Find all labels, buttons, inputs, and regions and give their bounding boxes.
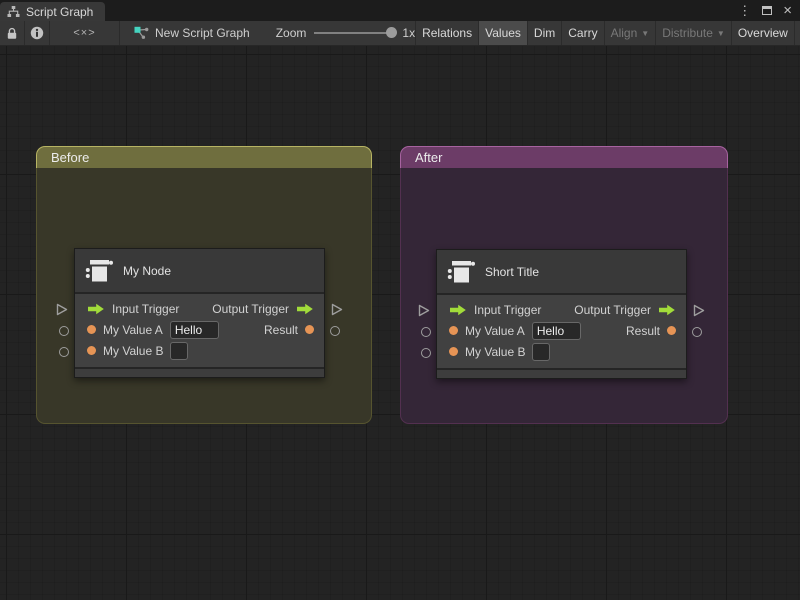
script-graph-window: Script Graph ⋮ × <×>: [0, 0, 800, 600]
graph-name: New Script Graph: [155, 26, 250, 40]
outer-data-input-port[interactable]: [421, 348, 431, 358]
outer-data-input-port[interactable]: [421, 327, 431, 337]
control-output-port[interactable]: [296, 303, 314, 315]
hierarchy-icon: [7, 6, 20, 18]
relations-button[interactable]: Relations: [415, 21, 478, 45]
node-title: Short Title: [485, 265, 539, 279]
data-input-port[interactable]: [449, 347, 458, 356]
node-short-title[interactable]: Short Title Input Trigger Output Trigger: [436, 249, 687, 379]
overview-button[interactable]: Overview: [731, 21, 794, 45]
node-footer: [437, 368, 686, 378]
value-a-field[interactable]: [532, 322, 581, 340]
outer-control-input-port[interactable]: [56, 303, 68, 316]
zoom-slider-handle[interactable]: [386, 27, 397, 38]
close-icon[interactable]: ×: [783, 3, 792, 18]
dim-button[interactable]: Dim: [527, 21, 561, 45]
chevron-down-icon: ▼: [641, 29, 649, 38]
values-button[interactable]: Values: [478, 21, 527, 45]
outer-data-input-port[interactable]: [59, 347, 69, 357]
node-row: Input Trigger Output Trigger: [437, 299, 686, 320]
node-header[interactable]: Short Title: [437, 250, 686, 295]
info-icon: [30, 26, 44, 40]
node-row: My Value A Result: [75, 319, 324, 340]
tab-strip: Script Graph ⋮ ×: [0, 0, 800, 21]
lock-icon: [6, 27, 18, 40]
value-b-field[interactable]: [170, 342, 188, 360]
node-row: My Value B: [437, 341, 686, 362]
zoom-label: Zoom: [276, 26, 307, 40]
outer-data-output-port[interactable]: [692, 327, 702, 337]
node[interactable]: My Node Input Trigger Output Trigger: [74, 248, 325, 378]
node-body: Input Trigger Output Trigger My Valu: [437, 295, 686, 368]
node-row: My Value A Result: [437, 320, 686, 341]
group-title: Before: [51, 150, 89, 165]
outer-data-input-port[interactable]: [59, 326, 69, 336]
node-title: My Node: [123, 264, 171, 278]
unit-icon: [84, 257, 114, 285]
chevron-down-icon: ▼: [717, 29, 725, 38]
data-input-port[interactable]: [87, 346, 96, 355]
node-my-node[interactable]: My Node Input Trigger Output Trigger: [74, 248, 325, 378]
lock-button[interactable]: [0, 21, 25, 45]
control-output-port[interactable]: [658, 304, 676, 316]
align-dropdown[interactable]: Align ▼: [604, 21, 656, 45]
outer-data-output-port[interactable]: [330, 326, 340, 336]
node-row: Input Trigger Output Trigger: [75, 298, 324, 319]
node-body: Input Trigger Output Trigger My Valu: [75, 294, 324, 367]
toolbar-buttons: Relations Values Dim Carry Align ▼ Distr…: [415, 21, 800, 45]
outer-control-output-port[interactable]: [693, 304, 705, 317]
node-row: My Value B: [75, 340, 324, 361]
zoom-slider[interactable]: [314, 32, 394, 34]
unit-icon: [446, 258, 476, 286]
outer-control-input-port[interactable]: [418, 304, 430, 317]
zoom-value: 1x: [402, 26, 415, 40]
zoom-control: Zoom 1x: [276, 21, 415, 45]
node-footer: [75, 367, 324, 377]
window-controls: ⋮ ×: [738, 3, 800, 21]
outer-control-output-port[interactable]: [331, 303, 343, 316]
tab-title: Script Graph: [26, 5, 93, 19]
control-input-port[interactable]: [87, 303, 105, 315]
distribute-dropdown[interactable]: Distribute ▼: [655, 21, 731, 45]
inspect-button[interactable]: [25, 21, 50, 45]
data-input-port[interactable]: [449, 326, 458, 335]
data-input-port[interactable]: [87, 325, 96, 334]
kebab-menu-icon[interactable]: ⋮: [738, 4, 751, 17]
graph-canvas[interactable]: Before After: [0, 46, 800, 600]
node-header[interactable]: My Node: [75, 249, 324, 294]
fullscreen-button[interactable]: Full Screen: [794, 21, 800, 45]
code-preview-button[interactable]: <×>: [50, 21, 120, 45]
data-output-port[interactable]: [305, 325, 314, 334]
graph-toolbar: <×> New Script Graph Zoom 1x Relations V…: [0, 21, 800, 46]
tab-script-graph[interactable]: Script Graph: [0, 2, 105, 21]
data-output-port[interactable]: [667, 326, 676, 335]
value-a-field[interactable]: [170, 321, 219, 339]
graph-breadcrumb[interactable]: New Script Graph: [126, 21, 258, 45]
group-title: After: [415, 150, 442, 165]
group-header[interactable]: Before: [36, 146, 372, 168]
value-b-field[interactable]: [532, 343, 550, 361]
control-input-port[interactable]: [449, 304, 467, 316]
node[interactable]: Short Title Input Trigger Output Trigger: [436, 249, 687, 379]
code-icon: <×>: [73, 27, 95, 39]
carry-button[interactable]: Carry: [561, 21, 603, 45]
maximize-icon[interactable]: [762, 6, 772, 15]
group-header[interactable]: After: [400, 146, 728, 168]
graph-icon: [134, 26, 149, 40]
